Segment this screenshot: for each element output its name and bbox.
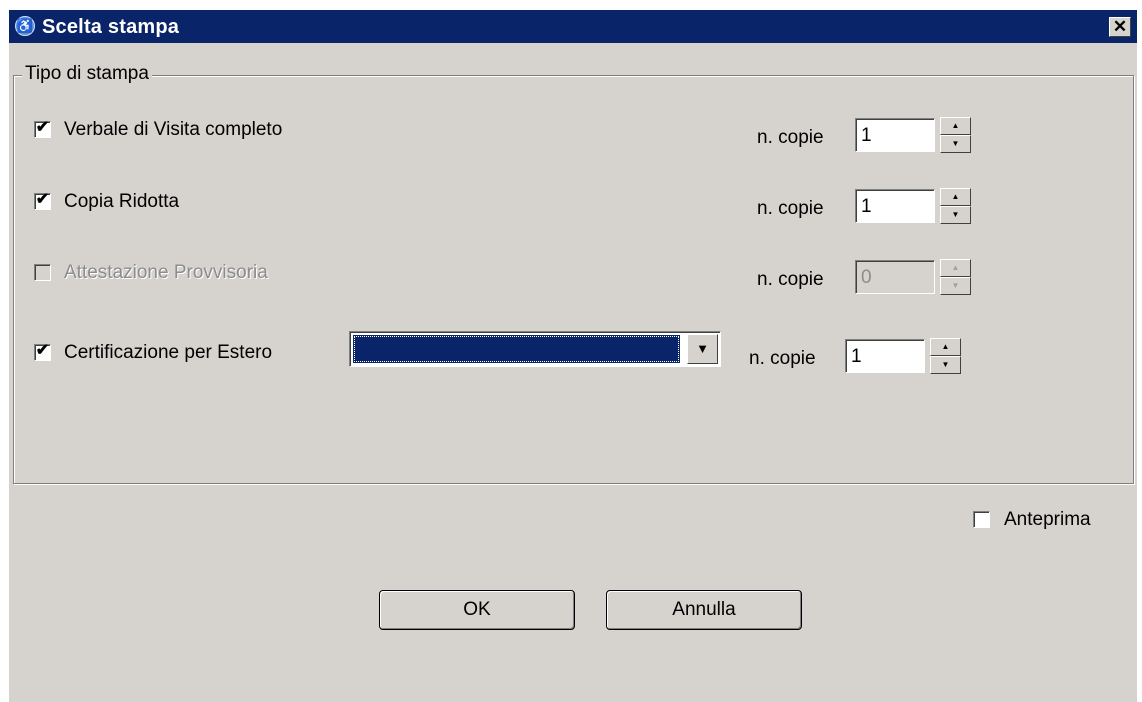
- spin-up-button[interactable]: ▲: [930, 338, 961, 356]
- label-verbale-visita[interactable]: Verbale di Visita completo: [64, 119, 282, 141]
- copies-label: n. copie: [757, 198, 824, 219]
- wheelchair-icon: ♿: [15, 16, 35, 36]
- group-legend: Tipo di stampa: [22, 63, 152, 85]
- label-attestazione-provvisoria: Attestazione Provvisoria: [64, 262, 268, 283]
- spin-down-button[interactable]: ▼: [940, 135, 971, 153]
- country-select-value: [353, 335, 680, 363]
- print-choice-dialog: ♿ Scelta stampa ✕ Tipo di stampa ✔ Verba…: [9, 10, 1137, 702]
- ok-button[interactable]: OK: [379, 590, 575, 630]
- window-title: Scelta stampa: [42, 16, 180, 38]
- check-mark-icon: ✔: [35, 342, 50, 359]
- close-button[interactable]: ✕: [1109, 17, 1131, 37]
- spin-up-button[interactable]: ▲: [940, 117, 971, 135]
- checkbox-verbale-visita[interactable]: ✔: [34, 119, 51, 138]
- checkbox-copia-ridotta[interactable]: ✔: [34, 191, 51, 210]
- copies-input-attestazione: 0: [855, 260, 935, 294]
- copies-input-copia-ridotta[interactable]: 1: [855, 189, 935, 223]
- checkbox-certificazione-estero[interactable]: ✔: [34, 342, 51, 361]
- check-mark-icon: ✔: [35, 119, 50, 136]
- cancel-button[interactable]: Annulla: [606, 590, 802, 630]
- title-bar[interactable]: ♿ Scelta stampa ✕: [9, 10, 1137, 43]
- preview-checkbox[interactable]: [973, 511, 990, 528]
- copies-label: n. copie: [749, 348, 816, 369]
- check-mark-icon: ✔: [35, 191, 50, 208]
- spin-down-button[interactable]: ▼: [930, 356, 961, 374]
- copies-spinner-copia-ridotta: ▲ ▼: [940, 188, 971, 224]
- label-copia-ridotta[interactable]: Copia Ridotta: [64, 191, 179, 213]
- copies-label: n. copie: [757, 127, 824, 148]
- copies-spinner-attestazione: ▲ ▼: [940, 259, 971, 295]
- country-select[interactable]: ▼: [349, 331, 721, 367]
- copies-label: n. copie: [757, 269, 824, 290]
- spin-down-button: ▼: [940, 277, 971, 295]
- spin-down-button[interactable]: ▼: [940, 206, 971, 224]
- copies-spinner-verbale: ▲ ▼: [940, 117, 971, 153]
- copies-input-certificazione[interactable]: 1: [845, 339, 925, 373]
- spin-up-button: ▲: [940, 259, 971, 277]
- dropdown-arrow-icon[interactable]: ▼: [687, 334, 718, 364]
- copies-input-verbale[interactable]: 1: [855, 118, 935, 152]
- copies-spinner-certificazione: ▲ ▼: [930, 338, 961, 374]
- preview-label[interactable]: Anteprima: [1004, 509, 1091, 531]
- label-certificazione-estero[interactable]: Certificazione per Estero: [64, 342, 272, 364]
- checkbox-attestazione-provvisoria: [34, 264, 51, 281]
- spin-up-button[interactable]: ▲: [940, 188, 971, 206]
